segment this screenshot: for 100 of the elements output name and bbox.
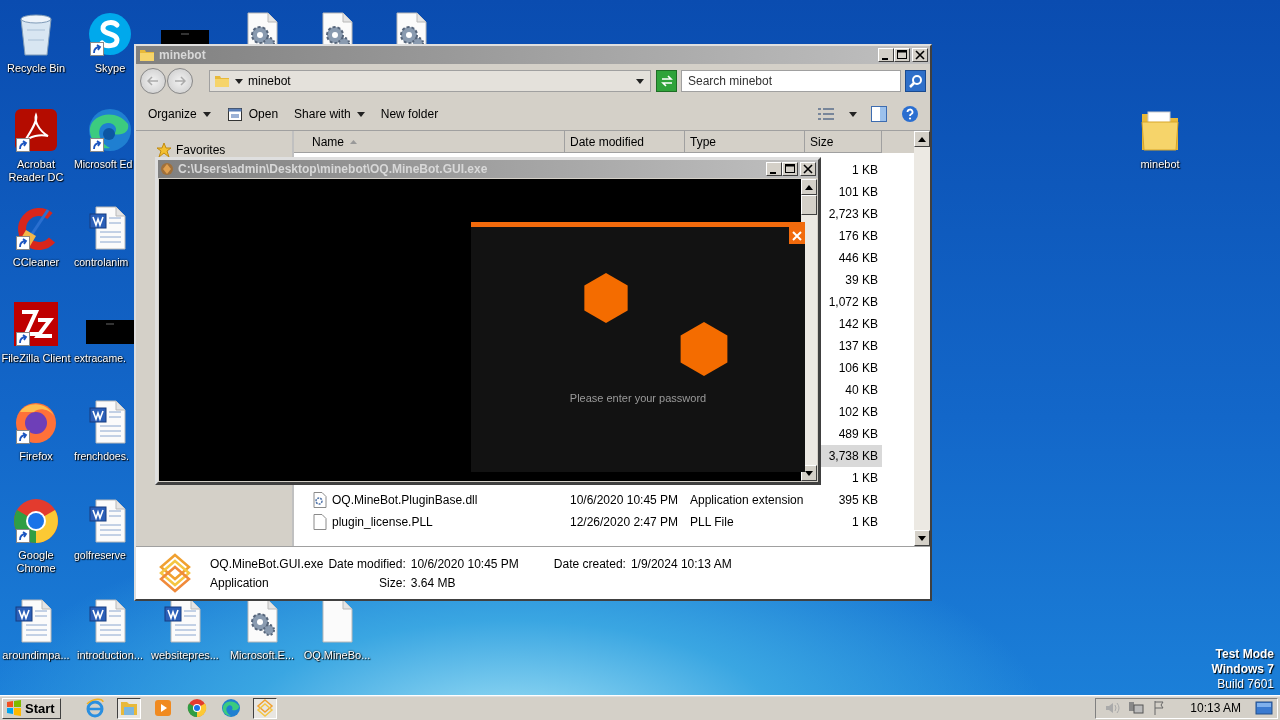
minimize-icon	[882, 58, 888, 60]
close-icon	[913, 49, 927, 61]
window-title: minebot	[159, 48, 206, 62]
property-value: 10/6/2020 10:45 PM	[410, 556, 519, 571]
file-size: 395 KB	[838, 493, 878, 507]
file-size: 3,738 KB	[828, 449, 878, 463]
refresh-icon	[659, 75, 674, 87]
icon-label[interactable]: Microsoft Ed	[74, 158, 133, 171]
window-icon	[226, 106, 243, 122]
taskbar-button[interactable]	[252, 697, 277, 719]
scroll-up-icon	[805, 184, 813, 190]
network-icon[interactable]	[1128, 700, 1145, 716]
close-button[interactable]	[912, 48, 928, 62]
close-button[interactable]	[800, 162, 816, 176]
scrollbar[interactable]	[914, 131, 930, 546]
search-button[interactable]	[905, 70, 926, 92]
file-size: 40 KB	[845, 383, 878, 397]
forward-button[interactable]	[167, 68, 193, 94]
window-title: C:\Users\admin\Desktop\minebot\OQ.MineBot.GUI.exe	[178, 162, 488, 176]
file-size: 1 KB	[852, 515, 878, 529]
caret-icon	[636, 78, 644, 84]
file-size: 1 KB	[852, 163, 878, 177]
icon-label[interactable]: introduction...	[76, 649, 143, 662]
scroll-up-icon	[918, 136, 926, 142]
os-notice-text: Test Mode	[1215, 647, 1274, 662]
icon-label[interactable]: Skype	[94, 62, 126, 75]
pane-icon	[871, 106, 887, 122]
file-date: 12/26/2020 2:47 PM	[570, 515, 679, 529]
toolbar-button[interactable]: Open	[220, 102, 285, 126]
file-size: 2,723 KB	[828, 207, 878, 221]
hexagon-shape	[680, 322, 728, 376]
icon-label[interactable]: extracame.	[74, 352, 126, 365]
minimize-button[interactable]	[766, 162, 782, 176]
icon-label[interactable]: controlanim	[74, 256, 129, 269]
address-bar[interactable]: minebot	[209, 70, 651, 92]
file-name[interactable]: OQ.MineBot.PluginBase.dll	[332, 493, 478, 507]
hexagon-shape	[584, 273, 628, 323]
app-icon	[12, 300, 60, 348]
file-size: 102 KB	[838, 405, 878, 419]
file-name[interactable]: plugin_license.PLL	[332, 515, 433, 529]
toolbar-button[interactable]: Share with	[288, 103, 371, 125]
app-logo-icon	[254, 698, 275, 718]
os-notice-text: Windows 7	[1211, 662, 1274, 677]
file-type: Application	[210, 575, 270, 590]
maximize-button[interactable]	[894, 48, 910, 62]
icon-label[interactable]: FileZilla Client	[1, 352, 71, 365]
help-icon	[901, 105, 919, 123]
minimize-button[interactable]	[878, 48, 894, 62]
file-size: 142 KB	[838, 317, 878, 331]
file-type: PLL File	[690, 515, 734, 529]
column-header[interactable]: Date modified	[565, 131, 685, 153]
toolbar-button[interactable]: Organize	[142, 103, 217, 125]
taskbar-button[interactable]	[116, 697, 141, 719]
forward-arrow-icon	[174, 76, 186, 86]
column-header[interactable]: Name	[294, 131, 565, 153]
show-desktop-icon[interactable]	[1255, 701, 1273, 715]
file-size: 489 KB	[838, 427, 878, 441]
icon-label[interactable]: aroundimpa...	[2, 649, 70, 662]
search-field[interactable]: Search minebot	[681, 70, 901, 92]
column-header[interactable]: Size	[805, 131, 882, 153]
property-label: Size:	[378, 575, 406, 590]
thumbnail-icon	[161, 30, 209, 44]
back-arrow-icon	[147, 76, 159, 86]
browser-icon	[84, 698, 105, 718]
file-icon	[312, 514, 328, 530]
close-icon	[801, 163, 815, 175]
icon-label[interactable]: Acrobat Reader DC	[0, 158, 74, 184]
icon-label[interactable]: Google Chrome	[0, 549, 74, 575]
property-label: Date created:	[553, 556, 626, 571]
thumbnail-icon	[86, 320, 134, 344]
start-button[interactable]: Start	[2, 697, 61, 719]
icon-label[interactable]: Firefox	[19, 450, 53, 463]
icon-label[interactable]: Recycle Bin	[6, 62, 66, 75]
windows-logo-icon	[6, 700, 22, 716]
sort-arrow-icon	[350, 139, 357, 144]
icon-label[interactable]: CCleaner	[12, 256, 60, 269]
refresh-button[interactable]	[656, 70, 677, 92]
scroll-thumb[interactable]	[801, 195, 817, 215]
icon-label[interactable]: golfreserve	[74, 549, 126, 562]
os-notice-text: Build 7601	[1217, 677, 1274, 692]
back-button[interactable]	[140, 68, 166, 94]
close-icon	[792, 230, 802, 241]
icon-label[interactable]: minebot	[1140, 158, 1180, 171]
column-header[interactable]: Type	[685, 131, 805, 153]
maximize-button[interactable]	[782, 162, 798, 176]
scroll-down-icon	[918, 535, 926, 541]
app-icon	[160, 162, 174, 176]
browser-icon	[220, 698, 241, 718]
file-size: 106 KB	[838, 361, 878, 375]
toolbar-button[interactable]: New folder	[374, 103, 445, 125]
file-size: 137 KB	[838, 339, 878, 353]
file-size: 1,072 KB	[828, 295, 878, 309]
folder-icon	[139, 47, 155, 63]
clock[interactable]: 10:13 AM	[1190, 701, 1241, 715]
file-size: 446 KB	[838, 251, 878, 265]
file-size: 176 KB	[838, 229, 878, 243]
maximize-icon	[783, 163, 797, 175]
nav-item[interactable]: Favorites	[136, 142, 246, 158]
icon-label[interactable]: frenchdoes.	[74, 450, 129, 463]
list-view-icon	[817, 107, 835, 121]
